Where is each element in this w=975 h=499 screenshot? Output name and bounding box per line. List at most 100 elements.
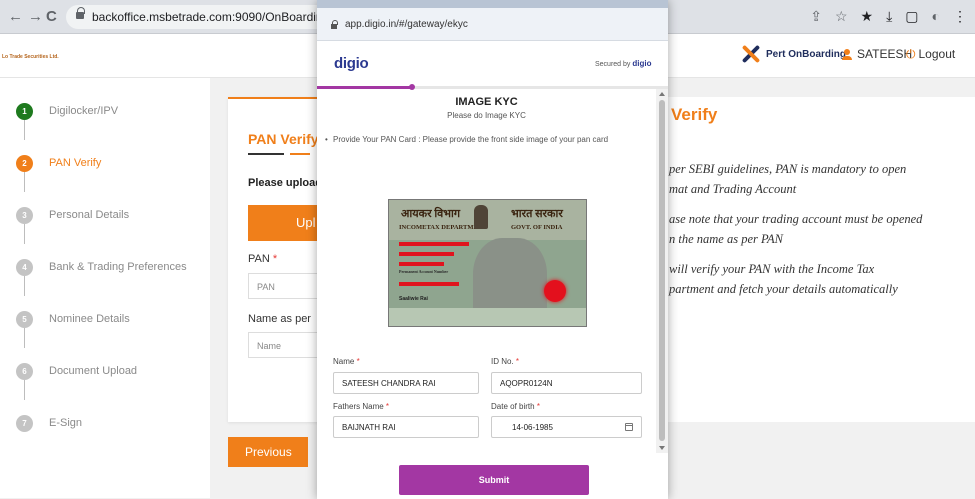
popup-titlebar	[317, 0, 668, 8]
id-number-input[interactable]: AQOPR0124N	[491, 372, 642, 394]
step-number: 1	[16, 102, 33, 120]
step-connector	[24, 120, 25, 140]
step-number: 4	[16, 258, 33, 276]
brand-logo: Lo Trade Securities Ltd.	[2, 54, 59, 60]
user-icon	[842, 48, 852, 60]
redaction-mark	[399, 282, 459, 286]
step-label: PAN Verify	[49, 157, 102, 169]
step-connector	[24, 224, 25, 244]
step-number: 3	[16, 206, 33, 224]
download-icon[interactable]: ⤓	[886, 8, 892, 25]
required-mark: *	[515, 357, 520, 366]
popup-address-bar: app.digio.in/#/gateway/ekyc	[317, 8, 668, 41]
extensions-icon[interactable]: ★	[861, 8, 874, 25]
redaction-mark	[399, 252, 454, 256]
info-paragraph: per SEBI guidelines, PAN is mandatory to…	[669, 162, 907, 196]
popup-scrollbar[interactable]	[656, 89, 668, 453]
user-menu[interactable]: SATEESH	[842, 47, 912, 61]
pan-field-hint: Permanent Account Number	[399, 269, 449, 274]
info-paragraph: ase note that your trading account must …	[669, 212, 923, 246]
digio-ekyc-popup: app.digio.in/#/gateway/ekyc digio Secure…	[317, 0, 668, 499]
lock-icon	[76, 7, 85, 21]
profile-icon[interactable]: ◐	[932, 8, 940, 25]
info-paragraph: will verify your PAN with the Income Tax…	[669, 262, 898, 296]
step-pan-verify[interactable]: 2 PAN Verify	[16, 154, 101, 172]
progress-fill	[317, 86, 412, 89]
kyc-heading: IMAGE KYC	[455, 96, 518, 108]
step-label: E-Sign	[49, 417, 83, 429]
step-label: Nominee Details	[49, 313, 130, 325]
step-personal-details[interactable]: 3 Personal Details	[16, 206, 129, 224]
logout-button[interactable]: ⏻ Logout	[906, 47, 955, 62]
forward-arrow-icon[interactable]: →	[28, 8, 43, 25]
father-name-input[interactable]: BAIJNATH RAI	[333, 416, 479, 438]
user-name: SATEESH	[857, 47, 913, 61]
digio-logo: digio	[334, 55, 369, 72]
dob-label: Date of birth *	[491, 402, 540, 411]
kyc-instruction: Provide Your PAN Card : Please provide t…	[325, 135, 638, 145]
reload-icon[interactable]: C	[46, 8, 57, 25]
progress-marker	[408, 84, 415, 90]
bookmark-star-icon[interactable]: ☆	[835, 8, 848, 25]
step-bank-trading[interactable]: 4 Bank & Trading Preferences	[16, 258, 187, 276]
step-number: 6	[16, 362, 33, 380]
step-connector	[24, 380, 25, 400]
form-title: PAN Verify	[248, 131, 319, 147]
address-bar[interactable]: backoffice.msbetrade.com:9090/OnBoarding…	[66, 5, 331, 29]
pan-hindi-left: आयकर विभाग	[401, 208, 461, 220]
tab-icon[interactable]: ▢	[905, 8, 918, 25]
share-icon[interactable]: ⇪	[810, 8, 822, 25]
scroll-up-arrow-icon[interactable]	[659, 92, 665, 96]
scroll-down-arrow-icon[interactable]	[659, 446, 665, 450]
kyc-subheading: Please do Image KYC	[447, 111, 526, 120]
step-number: 2	[16, 154, 33, 172]
calendar-icon[interactable]	[625, 423, 633, 431]
pert-label: Pert OnBoarding	[766, 48, 847, 60]
pan-eng-right: GOVT. OF INDIA	[511, 224, 563, 231]
id-label-text: ID No.	[491, 357, 514, 366]
step-label: Bank & Trading Preferences	[49, 261, 187, 273]
logout-label: Logout	[918, 47, 956, 61]
ashoka-emblem-icon	[474, 205, 488, 229]
submit-button[interactable]: Submit	[399, 465, 589, 495]
step-connector	[24, 328, 25, 348]
step-label: Personal Details	[49, 209, 130, 221]
secured-label: Secured by	[595, 61, 631, 68]
pan-info-panel: Verify per SEBI guidelines, PAN is manda…	[661, 97, 975, 422]
father-label-text: Fathers Name	[333, 402, 384, 411]
scrollbar-thumb[interactable]	[659, 100, 665, 441]
step-nominee-details[interactable]: 5 Nominee Details	[16, 310, 130, 328]
step-number: 7	[16, 414, 33, 432]
pert-onboarding-logo: Pert OnBoarding	[738, 46, 846, 62]
pan-signature: Saaliwie Rai	[399, 296, 428, 302]
menu-dots-icon[interactable]: ⋮	[953, 8, 967, 25]
lock-icon	[331, 20, 338, 30]
required-mark: *	[356, 357, 360, 366]
required-mark: *	[385, 402, 390, 411]
father-name-label: Fathers Name *	[333, 402, 389, 411]
title-underline	[248, 153, 284, 155]
pan-card-image: आयकर विभाग भारत सरकार INCOMETAX DEPARTME…	[388, 199, 587, 327]
name-label: Name *	[333, 357, 360, 366]
dob-input[interactable]: 14-06-1985	[491, 416, 642, 438]
secured-brand: digio	[632, 59, 652, 68]
onboarding-stepper: 1 Digilocker/IPV 2 PAN Verify 3 Personal…	[0, 78, 210, 498]
popup-url: app.digio.in/#/gateway/ekyc	[345, 19, 468, 30]
step-connector	[24, 172, 25, 192]
upload-instruction: Please upload	[248, 177, 322, 189]
previous-button[interactable]: Previous	[228, 437, 308, 467]
name-input[interactable]: SATEESH CHANDRA RAI	[333, 372, 479, 394]
pan-label-text: PAN	[248, 253, 270, 265]
back-arrow-icon[interactable]: ←	[8, 8, 23, 25]
digio-header: digio Secured by digio	[317, 42, 668, 86]
pan-card-bottom	[389, 308, 586, 326]
redaction-blob	[544, 280, 566, 302]
pert-x-logo-icon	[738, 46, 764, 62]
step-label: Document Upload	[49, 365, 138, 377]
step-e-sign[interactable]: 7 E-Sign	[16, 414, 82, 432]
step-document-upload[interactable]: 6 Document Upload	[16, 362, 137, 380]
step-digilocker[interactable]: 1 Digilocker/IPV	[16, 102, 118, 120]
power-icon: ⏻	[906, 47, 916, 61]
redaction-mark	[399, 262, 444, 266]
required-mark: *	[536, 402, 540, 411]
